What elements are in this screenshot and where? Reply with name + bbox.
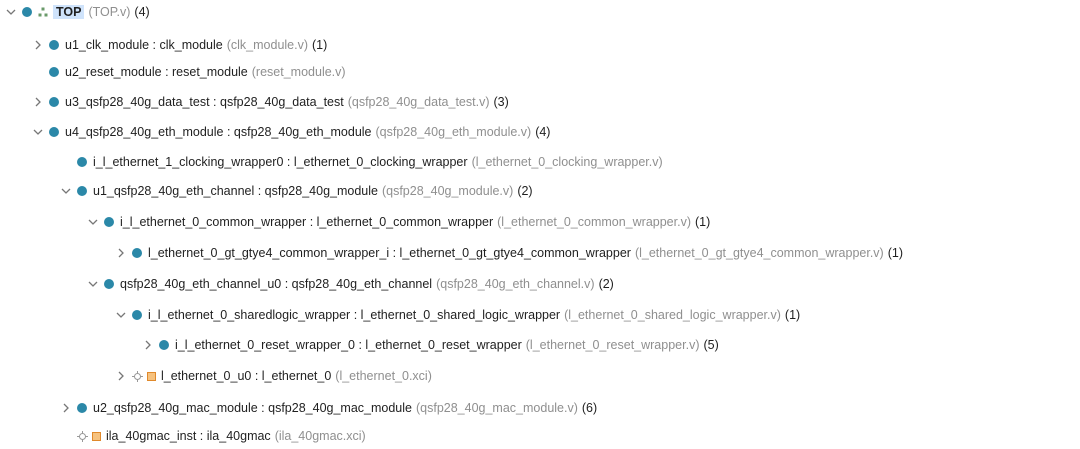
tree-row-ila-40gmac[interactable]: ila_40gmac_inst : ila_40gmac (ila_40gmac… xyxy=(59,425,366,447)
tree-row-count: (5) xyxy=(703,338,719,352)
tree-row-reset-wrapper[interactable]: i_l_ethernet_0_reset_wrapper_0 : l_ether… xyxy=(141,334,719,356)
ip-core-icon xyxy=(132,370,156,382)
tree-row-u3-data-test[interactable]: u3_qsfp28_40g_data_test : qsfp28_40g_dat… xyxy=(31,91,509,113)
tree-row-u2-reset-module[interactable]: u2_reset_module : reset_module (reset_mo… xyxy=(31,61,346,83)
tree-row-sharedlogic-wrapper[interactable]: i_l_ethernet_0_sharedlogic_wrapper : l_e… xyxy=(114,304,800,326)
tree-row-file: (l_ethernet_0_common_wrapper.v) xyxy=(497,215,691,229)
module-dot-icon xyxy=(132,310,142,320)
module-dot-icon xyxy=(77,186,87,196)
tree-row-file: (reset_module.v) xyxy=(251,65,346,79)
chevron-down-icon[interactable] xyxy=(86,277,100,291)
chevron-right-icon[interactable] xyxy=(114,369,128,383)
chevron-down-icon[interactable] xyxy=(31,125,45,139)
tree-row-u4-eth-module[interactable]: u4_qsfp28_40g_eth_module : qsfp28_40g_et… xyxy=(31,121,550,143)
module-dot-icon xyxy=(77,403,87,413)
hierarchy-icon xyxy=(38,7,48,17)
tree-row-count: (4) xyxy=(535,125,551,139)
chevron-right-icon[interactable] xyxy=(114,246,128,260)
chevron-right-icon[interactable] xyxy=(31,38,45,52)
tree-row-count: (4) xyxy=(134,5,150,19)
ip-square-icon xyxy=(147,371,156,381)
tree-row-file: (qsfp28_40g_data_test.v) xyxy=(347,95,490,109)
tree-row-clocking-wrapper[interactable]: i_l_ethernet_1_clocking_wrapper0 : l_eth… xyxy=(59,151,663,173)
chevron-down-icon[interactable] xyxy=(4,5,18,19)
tree-row-name: i_l_ethernet_0_sharedlogic_wrapper : l_e… xyxy=(148,308,561,322)
tree-row-count: (2) xyxy=(517,184,533,198)
module-dot-icon xyxy=(104,279,114,289)
tree-row-count: (1) xyxy=(695,215,711,229)
module-dot-icon xyxy=(22,7,32,17)
module-dot-icon xyxy=(159,340,169,350)
tree-row-name: i_l_ethernet_0_reset_wrapper_0 : l_ether… xyxy=(175,338,522,352)
tree-row-name: u3_qsfp28_40g_data_test : qsfp28_40g_dat… xyxy=(65,95,344,109)
tree-row-u1-clk-module[interactable]: u1_clk_module : clk_module (clk_module.v… xyxy=(31,34,327,56)
tree-row-file: (l_ethernet_0_shared_logic_wrapper.v) xyxy=(564,308,781,322)
tree-row-count: (2) xyxy=(598,277,614,291)
tree-row-count: (1) xyxy=(312,38,328,52)
tree-row-count: (1) xyxy=(784,308,801,322)
tree-row-name: u2_reset_module : reset_module xyxy=(65,65,248,79)
hierarchy-tree: TOP (TOP.v) (4) u1_clk_module : clk_modu… xyxy=(0,0,1080,449)
tree-row-file: (qsfp28_40g_module.v) xyxy=(381,184,514,198)
module-dot-icon xyxy=(77,157,87,167)
tree-row-l-ethernet-0-u0[interactable]: l_ethernet_0_u0 : l_ethernet_0 (l_ethern… xyxy=(114,365,432,387)
tree-row-count: (3) xyxy=(493,95,509,109)
module-dot-icon xyxy=(104,217,114,227)
tree-row-name: u4_qsfp28_40g_eth_module : qsfp28_40g_et… xyxy=(65,125,372,139)
tree-row-file: (l_ethernet_0_gt_gtye4_common_wrapper.v) xyxy=(634,246,884,260)
tree-row-eth-channel-u0[interactable]: qsfp28_40g_eth_channel_u0 : qsfp28_40g_e… xyxy=(86,273,614,295)
tree-row-count: (1) xyxy=(887,246,903,260)
chevron-right-icon[interactable] xyxy=(59,401,73,415)
tree-row-common-wrapper[interactable]: i_l_ethernet_0_common_wrapper : l_ethern… xyxy=(86,211,710,233)
module-dot-icon xyxy=(132,248,142,258)
chevron-down-icon[interactable] xyxy=(86,215,100,229)
tree-row-file: (l_ethernet_0.xci) xyxy=(335,369,432,383)
chevron-right-icon[interactable] xyxy=(31,95,45,109)
tree-row-name: i_l_ethernet_0_common_wrapper : l_ethern… xyxy=(120,215,494,229)
tree-row-name: u1_qsfp28_40g_eth_channel : qsfp28_40g_m… xyxy=(93,184,378,198)
tree-row-file: (l_ethernet_0_clocking_wrapper.v) xyxy=(471,155,663,169)
tree-row-file: (l_ethernet_0_reset_wrapper.v) xyxy=(525,338,700,352)
tree-row-count: (6) xyxy=(581,401,598,415)
tree-row-name: l_ethernet_0_gt_gtye4_common_wrapper_i :… xyxy=(148,246,631,260)
tree-row-name: u1_clk_module : clk_module xyxy=(65,38,223,52)
tree-row-gtye4-common-wrapper[interactable]: l_ethernet_0_gt_gtye4_common_wrapper_i :… xyxy=(114,242,903,264)
tree-row-file: (ila_40gmac.xci) xyxy=(274,429,366,443)
tree-row-file: (qsfp28_40g_mac_module.v) xyxy=(415,401,578,415)
module-dot-icon xyxy=(49,97,59,107)
tree-row-file: (clk_module.v) xyxy=(226,38,309,52)
tree-row-name: i_l_ethernet_1_clocking_wrapper0 : l_eth… xyxy=(93,155,468,169)
ip-square-icon xyxy=(92,431,101,441)
tree-row-name: u2_qsfp28_40g_mac_module : qsfp28_40g_ma… xyxy=(93,401,412,415)
chevron-down-icon[interactable] xyxy=(114,308,128,322)
tree-row-u1-eth-channel[interactable]: u1_qsfp28_40g_eth_channel : qsfp28_40g_m… xyxy=(59,180,533,202)
chevron-right-icon[interactable] xyxy=(141,338,155,352)
ip-core-icon xyxy=(77,430,101,442)
tree-row-name: qsfp28_40g_eth_channel_u0 : qsfp28_40g_e… xyxy=(120,277,433,291)
tree-row-file: (TOP.v) xyxy=(88,5,131,19)
tree-row-top[interactable]: TOP (TOP.v) (4) xyxy=(4,1,150,23)
module-dot-icon xyxy=(49,67,59,77)
tree-row-file: (qsfp28_40g_eth_module.v) xyxy=(375,125,532,139)
module-dot-icon xyxy=(49,40,59,50)
tree-row-u2-mac-module[interactable]: u2_qsfp28_40g_mac_module : qsfp28_40g_ma… xyxy=(59,397,597,419)
tree-row-name: ila_40gmac_inst : ila_40gmac xyxy=(106,429,271,443)
module-dot-icon xyxy=(49,127,59,137)
tree-row-name: TOP xyxy=(53,5,85,19)
chevron-down-icon[interactable] xyxy=(59,184,73,198)
tree-row-file: (qsfp28_40g_eth_channel.v) xyxy=(436,277,595,291)
tree-row-name: l_ethernet_0_u0 : l_ethernet_0 xyxy=(161,369,332,383)
